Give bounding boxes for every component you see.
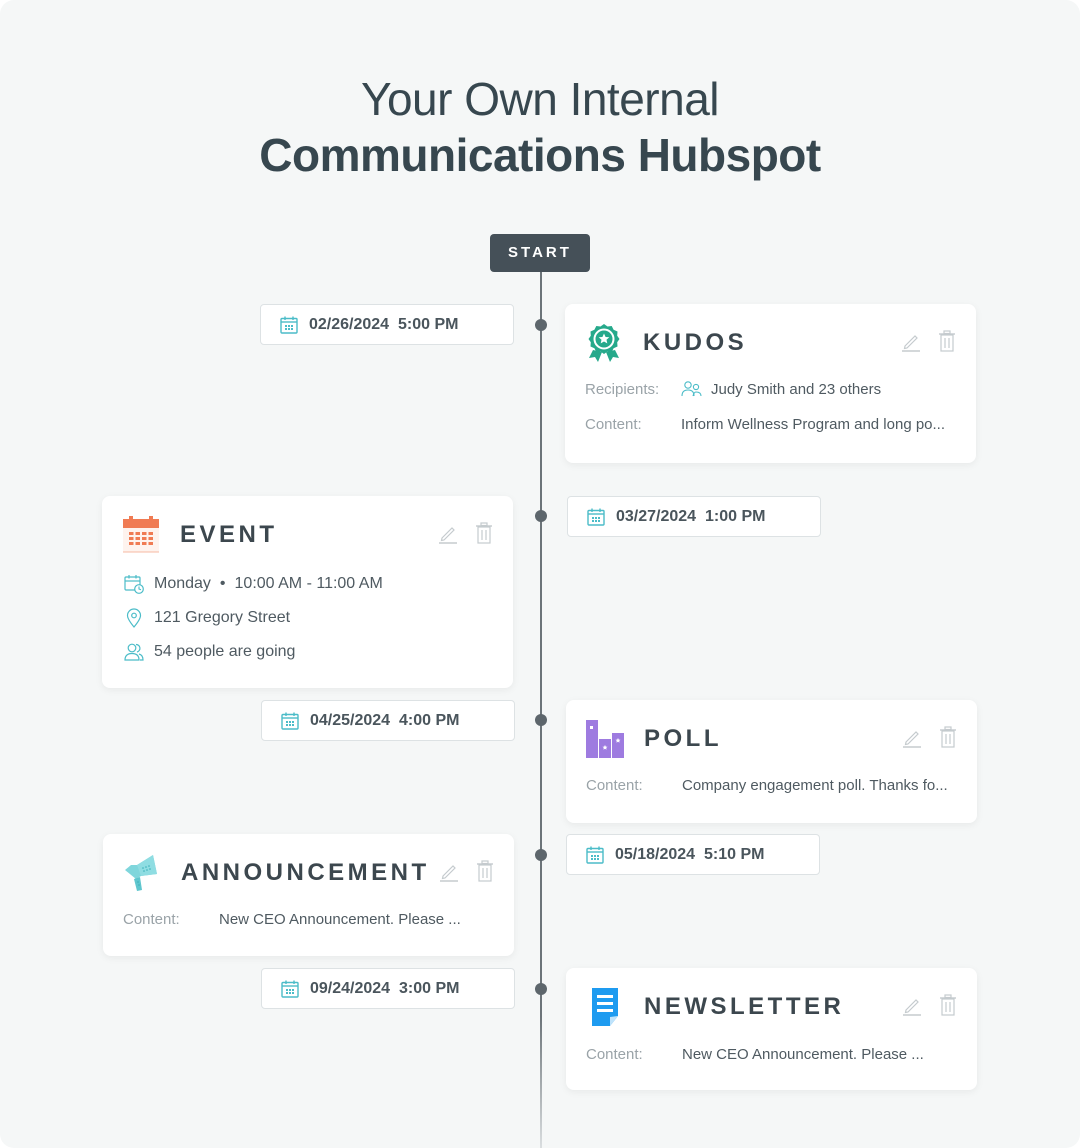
- card-type-label: EVENT: [180, 521, 278, 548]
- calendar-icon: [281, 712, 299, 730]
- poll-card[interactable]: POLL Content: Company engagement poll. T…: [566, 700, 977, 823]
- edit-pencil-icon[interactable]: [438, 860, 460, 882]
- event-day: Monday: [154, 575, 211, 592]
- date-text: 04/25/2024 4:00 PM: [310, 711, 460, 729]
- separator-dot: •: [219, 575, 226, 592]
- date-chip[interactable]: 02/26/2024 5:00 PM: [260, 304, 514, 345]
- content-label: Content:: [585, 416, 642, 433]
- event-location-row: 121 Gregory Street: [124, 608, 290, 628]
- card-type-label: ANNOUNCEMENT: [181, 859, 430, 886]
- users-icon: [681, 381, 702, 397]
- content-row: Content: Company engagement poll. Thanks…: [586, 777, 948, 794]
- edit-pencil-icon[interactable]: [437, 522, 459, 544]
- timeline-dot: [535, 849, 547, 861]
- calendar-icon: [586, 846, 604, 864]
- kudos-card[interactable]: KUDOS Recipients: Judy Smith and 23 othe…: [565, 304, 976, 463]
- timeline-dot: [535, 983, 547, 995]
- megaphone-icon: [125, 855, 157, 891]
- timeline-start-badge: START: [490, 234, 590, 272]
- award-ribbon-icon: [588, 324, 620, 362]
- card-type-label: KUDOS: [643, 329, 748, 356]
- document-icon: [592, 988, 618, 1026]
- announcement-card[interactable]: ANNOUNCEMENT Content: New CEO Announceme…: [103, 834, 514, 956]
- content-row: Content: New CEO Announcement. Please ..…: [586, 1046, 924, 1063]
- date-chip[interactable]: 04/25/2024 4:00 PM: [261, 700, 515, 741]
- calendar-icon: [280, 316, 298, 334]
- delete-trash-icon[interactable]: [474, 860, 496, 882]
- users-icon: [124, 643, 144, 661]
- bar-chart-icon: [586, 720, 624, 758]
- calendar-icon: [281, 980, 299, 998]
- delete-trash-icon[interactable]: [937, 994, 959, 1016]
- event-attendees: 54 people are going: [154, 643, 296, 660]
- content-row: Content: New CEO Announcement. Please ..…: [123, 911, 461, 928]
- calendar-icon: [123, 516, 159, 553]
- date-text: 05/18/2024 5:10 PM: [615, 845, 765, 863]
- date-chip[interactable]: 05/18/2024 5:10 PM: [566, 834, 820, 875]
- event-time-range: 10:00 AM - 11:00 AM: [234, 575, 383, 592]
- event-time-row: Monday • 10:00 AM - 11:00 AM: [124, 574, 383, 594]
- edit-pencil-icon[interactable]: [901, 994, 923, 1016]
- delete-trash-icon[interactable]: [937, 726, 959, 748]
- content-value: Company engagement poll. Thanks fo...: [682, 777, 948, 794]
- page-title-line2: Communications Hubspot: [259, 129, 821, 181]
- calendar-icon: [587, 508, 605, 526]
- recipients-label: Recipients:: [585, 380, 660, 398]
- content-row: Content: Inform Wellness Program and lon…: [585, 416, 945, 433]
- card-type-label: NEWSLETTER: [644, 993, 845, 1020]
- recipients-value: Judy Smith and 23 others: [711, 380, 882, 398]
- calendar-clock-icon: [124, 575, 144, 594]
- timeline-dot: [535, 319, 547, 331]
- delete-trash-icon[interactable]: [936, 330, 958, 352]
- content-label: Content:: [123, 911, 180, 928]
- newsletter-card[interactable]: NEWSLETTER Content: New CEO Announcement…: [566, 968, 977, 1090]
- content-value: New CEO Announcement. Please ...: [682, 1046, 924, 1063]
- content-label: Content:: [586, 777, 643, 794]
- event-card[interactable]: EVENT Monday • 10:00 AM - 11:00 AM 121 G…: [102, 496, 513, 688]
- card-type-label: POLL: [644, 725, 722, 752]
- location-pin-icon: [126, 608, 142, 628]
- event-location: 121 Gregory Street: [154, 609, 291, 626]
- page-background: Your Own Internal Communications Hubspot…: [0, 0, 1080, 1148]
- date-text: 09/24/2024 3:00 PM: [310, 979, 460, 997]
- edit-pencil-icon[interactable]: [901, 726, 923, 748]
- content-value: Inform Wellness Program and long po...: [681, 416, 946, 433]
- recipients-row: Recipients: Judy Smith and 23 others: [585, 380, 881, 398]
- timeline-line: [540, 272, 542, 1148]
- date-text: 02/26/2024 5:00 PM: [309, 315, 459, 333]
- page-title-line1: Your Own Internal: [360, 73, 720, 125]
- date-chip[interactable]: 03/27/2024 1:00 PM: [567, 496, 821, 537]
- date-text: 03/27/2024 1:00 PM: [616, 507, 766, 525]
- event-attendees-row: 54 people are going: [124, 642, 295, 662]
- edit-pencil-icon[interactable]: [900, 330, 922, 352]
- timeline-dot: [535, 510, 547, 522]
- timeline-dot: [535, 714, 547, 726]
- content-value: New CEO Announcement. Please ...: [219, 911, 461, 928]
- delete-trash-icon[interactable]: [473, 522, 495, 544]
- date-chip[interactable]: 09/24/2024 3:00 PM: [261, 968, 515, 1009]
- content-label: Content:: [586, 1046, 643, 1063]
